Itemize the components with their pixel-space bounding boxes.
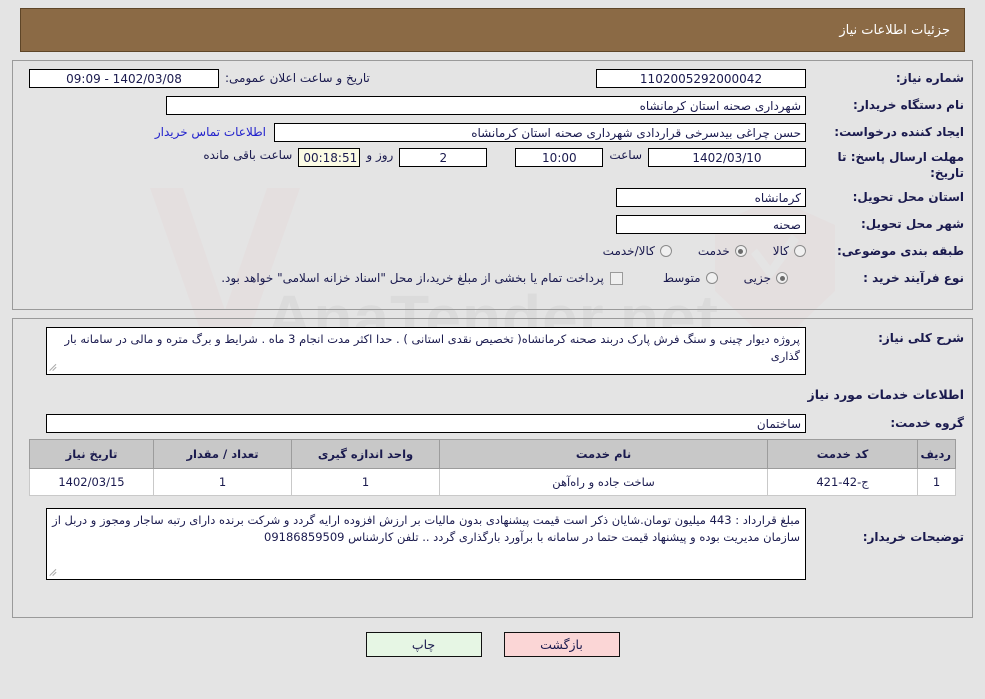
process-option-label: جزیی bbox=[743, 271, 771, 285]
treasury-label: پرداخت تمام یا بخشی از مبلغ خرید،از محل … bbox=[221, 271, 604, 285]
table-body: 1 ج-42-421 ساخت جاده و راه‌آهن 1 1 1402/03/15 bbox=[29, 468, 956, 496]
table-column-header-2: نام خدمت bbox=[439, 439, 768, 469]
back-button[interactable]: بازگشت bbox=[503, 632, 620, 657]
need-info-panel: شماره نیاز: 1102005292000042 تاریخ و ساع… bbox=[12, 60, 973, 310]
process-type-label: نوع فرآیند خرید : bbox=[863, 271, 964, 285]
row-city: شهر محل تحویل: صحنه bbox=[21, 213, 964, 235]
process-radio-icon[interactable] bbox=[705, 272, 718, 284]
table-column-header-3: واحد اندازه گیری bbox=[291, 439, 440, 469]
page-header: جزئیات اطلاعات نیاز bbox=[20, 8, 965, 52]
buyer-notes-label: توضیحات خریدار: bbox=[862, 530, 964, 544]
row-service-group: گروه خدمت: ساختمان bbox=[21, 412, 964, 434]
buyer-org-label: نام دستگاه خریدار: bbox=[853, 98, 964, 112]
table-cell-unit: 1 bbox=[291, 468, 440, 496]
service-group-value: ساختمان bbox=[46, 413, 806, 433]
row-need-number: شماره نیاز: 1102005292000042 تاریخ و ساع… bbox=[21, 67, 964, 89]
need-number-label: شماره نیاز: bbox=[895, 71, 964, 85]
row-summary: شرح کلی نیاز: پروژه دیوار چینی و سنگ فرش… bbox=[21, 327, 964, 375]
treasury-checkbox[interactable] bbox=[609, 271, 623, 285]
row-process-type: نوع فرآیند خرید : جزیی متوسط پرداخت تمام … bbox=[21, 267, 964, 289]
table-column-header-4: تعداد / مقدار bbox=[153, 439, 292, 469]
category-option-label: کالا bbox=[772, 244, 789, 258]
needs-table: ردیف کد خدمت نام خدمت واحد اندازه گیری تعداد… bbox=[29, 439, 956, 496]
table-column-header-1: کد خدمت bbox=[767, 439, 918, 469]
buyer-notes-text: مبلغ قرارداد : 443 میلیون تومان.شایان ذک… bbox=[52, 513, 800, 544]
summary-textarea[interactable]: پروژه دیوار چینی و سنگ فرش پارک دربند صح… bbox=[46, 327, 806, 375]
countdown-timer-value: 00:18:51 bbox=[298, 148, 361, 167]
service-details-panel: شرح کلی نیاز: پروژه دیوار چینی و سنگ فرش… bbox=[12, 318, 973, 618]
buyer-contact-link[interactable]: اطلاعات تماس خریدار bbox=[147, 125, 274, 139]
service-group-label: گروه خدمت: bbox=[890, 416, 964, 430]
table-column-header-5: تاریخ نیاز bbox=[29, 439, 154, 469]
page-root: جزئیات اطلاعات نیاز شماره نیاز: 11020052… bbox=[0, 8, 985, 657]
category-radio-icon[interactable] bbox=[734, 245, 747, 257]
category-option-0[interactable]: کالا bbox=[773, 244, 806, 258]
requester-label: ایجاد کننده درخواست: bbox=[834, 125, 964, 139]
footer-button-bar: بازگشت چاپ bbox=[0, 632, 985, 657]
requester-value: حسن چراغی بیدسرخی قراردادی شهرداری صحنه … bbox=[274, 122, 806, 142]
table-cell-name: ساخت جاده و راه‌آهن bbox=[439, 468, 768, 496]
city-value: صحنه bbox=[616, 214, 806, 234]
category-radio-icon[interactable] bbox=[659, 245, 672, 257]
province-value: کرمانشاه bbox=[616, 187, 806, 207]
process-option-0[interactable]: جزیی bbox=[744, 271, 788, 285]
table-cell-date: 1402/03/15 bbox=[29, 468, 154, 496]
row-buyer-org: نام دستگاه خریدار: شهرداری صحنه استان کر… bbox=[21, 94, 964, 116]
page-title: جزئیات اطلاعات نیاز bbox=[839, 22, 950, 38]
process-radio-group: جزیی متوسط bbox=[637, 271, 788, 285]
remaining-days-value: 2 bbox=[399, 148, 488, 167]
resize-grip-icon[interactable] bbox=[49, 363, 59, 373]
need-number-value: 1102005292000042 bbox=[596, 68, 806, 88]
hour-label: ساعت bbox=[609, 148, 642, 162]
category-radio-group: کالا خدمت کالا/خدمت bbox=[577, 244, 806, 258]
table-cell-code: ج-42-421 bbox=[767, 468, 918, 496]
row-category: طبقه بندی موضوعی: کالا خدمت کالا/خدمت bbox=[21, 240, 964, 262]
province-label: استان محل تحویل: bbox=[852, 190, 964, 204]
process-radio-icon[interactable] bbox=[776, 272, 788, 284]
buyer-notes-textarea[interactable]: مبلغ قرارداد : 443 میلیون تومان.شایان ذک… bbox=[46, 508, 806, 580]
table-column-header-0: ردیف bbox=[917, 439, 956, 469]
summary-label: شرح کلی نیاز: bbox=[878, 331, 964, 345]
process-option-1[interactable]: متوسط bbox=[663, 271, 718, 285]
table-header-row: ردیف کد خدمت نام خدمت واحد اندازه گیری تعداد… bbox=[29, 439, 956, 469]
process-option-label: متوسط bbox=[662, 271, 701, 285]
print-button[interactable]: چاپ bbox=[365, 632, 482, 657]
category-option-label: خدمت bbox=[697, 244, 730, 258]
row-requester: ایجاد کننده درخواست: حسن چراغی بیدسرخی ق… bbox=[21, 121, 964, 143]
table-cell-qty: 1 bbox=[153, 468, 292, 496]
resize-grip-icon[interactable] bbox=[49, 568, 59, 578]
table-cell-row: 1 bbox=[917, 468, 956, 496]
services-section-heading: اطلاعات خدمات مورد نیاز bbox=[807, 387, 965, 402]
deadline-label: مهلت ارسال پاسخ: تا تاریخ: bbox=[837, 150, 965, 180]
remaining-hours-label: ساعت باقی مانده bbox=[203, 148, 293, 162]
row-deadline: مهلت ارسال پاسخ: تا تاریخ: 1402/03/10 سا… bbox=[21, 148, 964, 181]
public-announce-label: تاریخ و ساعت اعلان عمومی: bbox=[225, 71, 370, 85]
category-option-label: کالا/خدمت bbox=[602, 244, 655, 258]
public-announce-value: 09:09 - 1402/03/08 bbox=[29, 68, 219, 88]
row-province: استان محل تحویل: کرمانشاه bbox=[21, 186, 964, 208]
days-label: روز و bbox=[366, 148, 394, 162]
category-label: طبقه بندی موضوعی: bbox=[836, 244, 964, 258]
category-option-1[interactable]: خدمت bbox=[698, 244, 747, 258]
table-row[interactable]: 1 ج-42-421 ساخت جاده و راه‌آهن 1 1 1402/03/15 bbox=[29, 468, 956, 496]
category-radio-icon[interactable] bbox=[794, 245, 806, 257]
summary-text: پروژه دیوار چینی و سنگ فرش پارک دربند صح… bbox=[64, 332, 800, 363]
city-label: شهر محل تحویل: bbox=[860, 217, 964, 231]
deadline-date-value: 1402/03/10 bbox=[648, 148, 806, 167]
buyer-org-value: شهرداری صحنه استان کرمانشاه bbox=[166, 95, 806, 115]
deadline-time-value: 10:00 bbox=[515, 148, 604, 167]
category-option-2[interactable]: کالا/خدمت bbox=[603, 244, 672, 258]
row-buyer-notes: توضیحات خریدار: مبلغ قرارداد : 443 میلیو… bbox=[21, 508, 964, 580]
